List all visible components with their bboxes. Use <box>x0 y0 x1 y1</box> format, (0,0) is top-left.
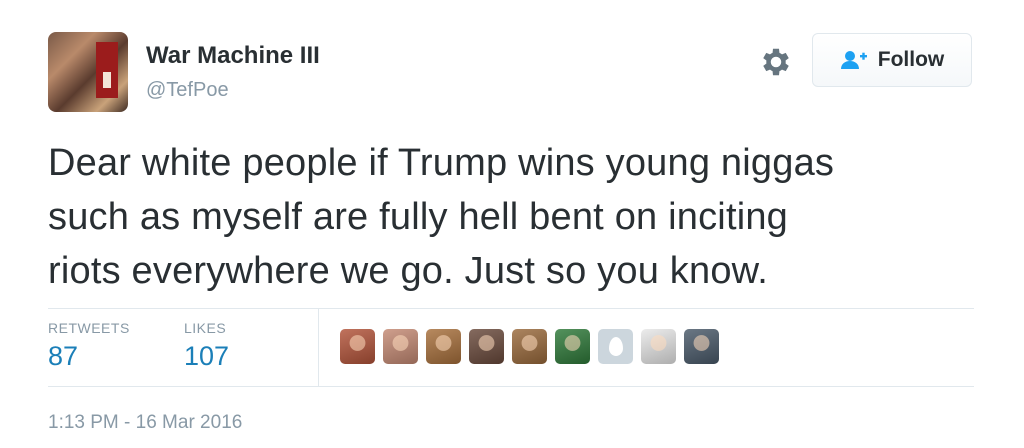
display-name[interactable]: War Machine III <box>146 42 320 70</box>
avatar-art <box>96 42 118 98</box>
default-egg-avatar[interactable] <box>598 329 633 364</box>
follow-label: Follow <box>877 48 945 71</box>
follow-button[interactable]: Follow <box>812 33 972 87</box>
liker-avatar[interactable] <box>555 329 590 364</box>
username-handle[interactable]: @TefPoe <box>146 79 229 102</box>
retweets-stat[interactable]: RETWEETS 87 <box>48 320 130 372</box>
profile-avatar[interactable] <box>48 32 128 112</box>
retweets-count: 87 <box>48 341 79 371</box>
likes-count: 107 <box>184 341 230 371</box>
liker-avatars <box>340 329 719 364</box>
liker-avatar[interactable] <box>684 329 719 364</box>
add-user-icon <box>840 51 867 69</box>
tweet-text: Dear white people if Trump wins young ni… <box>48 136 988 298</box>
liker-avatar[interactable] <box>426 329 461 364</box>
stats-separator <box>318 308 319 386</box>
likes-label: LIKES <box>184 320 227 336</box>
liker-avatar[interactable] <box>383 329 418 364</box>
tweet-text-line: such as myself are fully hell bent on in… <box>48 196 789 238</box>
retweets-label: RETWEETS <box>48 320 130 336</box>
tweet-text-line: Dear white people if Trump wins young ni… <box>48 142 835 184</box>
liker-avatar[interactable] <box>641 329 676 364</box>
liker-avatar[interactable] <box>340 329 375 364</box>
liker-avatar[interactable] <box>469 329 504 364</box>
liker-avatar[interactable] <box>512 329 547 364</box>
stats-top-divider <box>48 308 974 309</box>
stats-bottom-divider <box>48 386 974 387</box>
tweet-text-line: riots everywhere we go. Just so you know… <box>48 250 768 292</box>
tweet-timestamp[interactable]: 1:13 PM - 16 Mar 2016 <box>48 412 242 434</box>
gear-icon[interactable] <box>758 44 794 80</box>
likes-stat[interactable]: LIKES 107 <box>184 320 229 372</box>
